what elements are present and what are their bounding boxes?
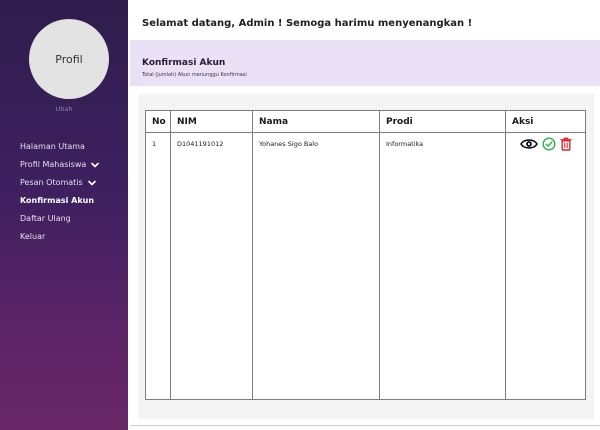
column-header-no: No — [145, 110, 171, 133]
sidebar-item-profil-mahasiswa[interactable]: Profil Mahasiswa — [20, 156, 100, 174]
cell-nim: D1041191012 — [170, 132, 253, 400]
check-circle-icon[interactable] — [542, 137, 556, 151]
sidebar: Profil Ubah Halaman Utama Profil Mahasis… — [0, 0, 128, 430]
sidebar-item-label: Halaman Utama — [20, 142, 85, 151]
sidebar-item-label: Pesan Otomatis — [20, 178, 83, 187]
cell-nama: Yohanes Sigo Balo — [252, 132, 380, 400]
sidebar-nav: Halaman Utama Profil Mahasiswa Pesan Oto… — [20, 138, 100, 246]
sidebar-item-halaman-utama[interactable]: Halaman Utama — [20, 138, 99, 156]
accounts-table: No NIM Nama Prodi Aksi 1 D1041191012 Yoh… — [145, 110, 586, 400]
sidebar-item-pesan-otomatis[interactable]: Pesan Otomatis — [20, 174, 99, 192]
table-row: 1 D1041191012 Yohanes Sigo Balo Informat… — [145, 132, 586, 400]
cell-prodi: Informatika — [379, 132, 506, 400]
avatar[interactable]: Profil — [29, 19, 109, 99]
sidebar-item-label: Keluar — [20, 232, 46, 241]
page-title: Konfirmasi Akun — [142, 58, 226, 68]
avatar-label: Profil — [55, 52, 83, 66]
greeting-text: Selamat datang, Admin ! Semoga harimu me… — [142, 18, 473, 29]
chevron-down-icon — [91, 162, 100, 168]
page-subtitle: Total (jumlah) Akun menunggu Konfirmasi — [142, 72, 247, 78]
divider — [130, 425, 600, 426]
cell-aksi — [505, 132, 586, 400]
sidebar-item-label: Daftar Ulang — [20, 214, 71, 223]
sidebar-item-konfirmasi-akun[interactable]: Konfirmasi Akun — [20, 192, 99, 210]
row-actions — [520, 137, 579, 151]
chevron-down-icon — [87, 180, 96, 186]
trash-icon[interactable] — [560, 137, 572, 151]
sidebar-item-daftar-ulang[interactable]: Daftar Ulang — [20, 210, 99, 228]
cell-no: 1 — [145, 132, 171, 400]
sidebar-item-label: Konfirmasi Akun — [20, 196, 95, 205]
column-header-nama: Nama — [252, 110, 380, 133]
column-header-prodi: Prodi — [379, 110, 506, 133]
eye-icon[interactable] — [520, 137, 538, 151]
sidebar-item-keluar[interactable]: Keluar — [20, 228, 99, 246]
edit-profile-link[interactable]: Ubah — [0, 105, 128, 113]
sidebar-item-label: Profil Mahasiswa — [20, 160, 87, 169]
column-header-nim: NIM — [170, 110, 253, 133]
page-header: Konfirmasi Akun Total (jumlah) Akun menu… — [130, 40, 600, 86]
table-header-row: No NIM Nama Prodi Aksi — [145, 110, 586, 133]
column-header-aksi: Aksi — [505, 110, 586, 133]
